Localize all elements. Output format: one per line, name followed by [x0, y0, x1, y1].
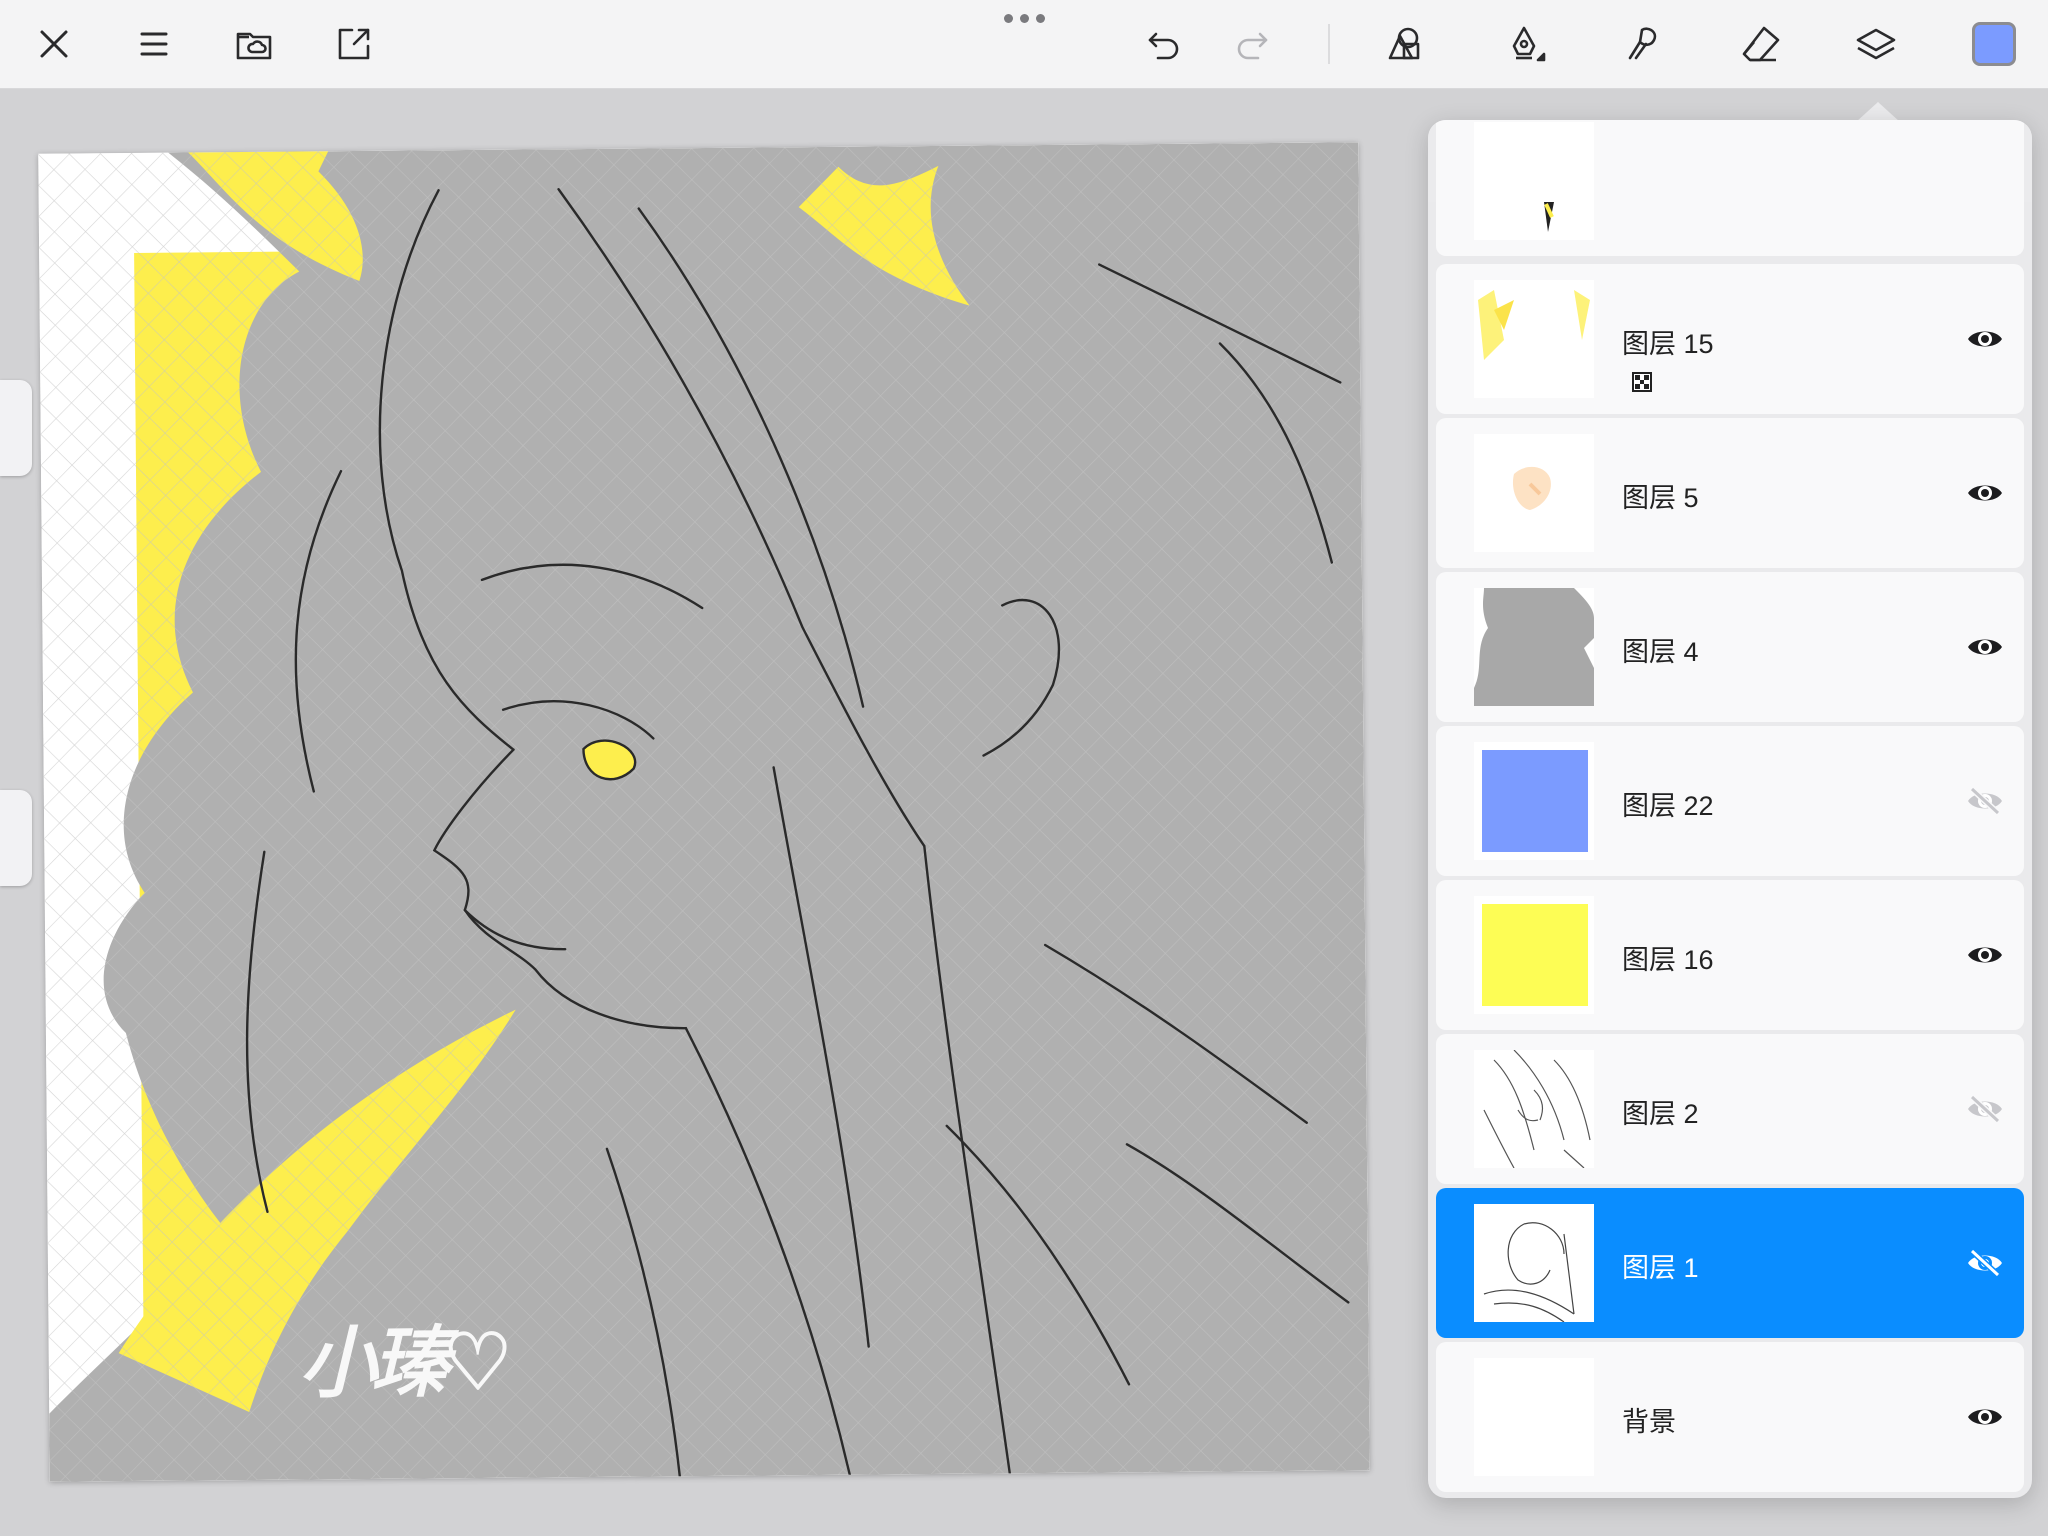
visibility-eye-icon[interactable] [1966, 939, 2004, 971]
layer-name: 图层 5 [1622, 483, 1699, 513]
layer-name: 图层 15 [1622, 329, 1714, 359]
undo-icon[interactable] [1136, 16, 1192, 72]
folder-cloud-icon[interactable] [226, 16, 282, 72]
layer-name: 图层 16 [1622, 945, 1714, 975]
toolbar-divider [1328, 24, 1330, 64]
visibility-eye-off-icon[interactable] [1966, 1247, 2004, 1279]
visibility-eye-off-icon[interactable] [1966, 1093, 2004, 1125]
layer-name: 图层 4 [1622, 637, 1699, 667]
layers-icon[interactable] [1848, 16, 1904, 72]
brush-opacity-slider[interactable] [0, 790, 32, 886]
drawing-canvas[interactable]: 小瑧♡ [38, 142, 1370, 1482]
layer-row[interactable]: 图层 4 [1436, 572, 2024, 722]
color-swatch-button[interactable] [1972, 22, 2016, 66]
shapes-icon[interactable] [1376, 16, 1432, 72]
layer-thumbnail [1474, 1204, 1594, 1322]
layer-thumbnail [1474, 280, 1594, 398]
panel-pointer [1856, 102, 1900, 122]
layer-row[interactable]: 图层 15 [1436, 264, 2024, 414]
layer-thumbnail [1474, 1050, 1594, 1168]
layer-row[interactable]: 背景 [1436, 1342, 2024, 1492]
export-icon[interactable] [326, 16, 382, 72]
layer-thumbnail [1474, 1358, 1594, 1476]
top-toolbar [0, 0, 2048, 89]
alpha-lock-icon [1632, 372, 1652, 392]
smudge-icon[interactable] [1614, 16, 1670, 72]
layer-name: 图层 1 [1622, 1253, 1699, 1283]
menu-icon[interactable] [126, 16, 182, 72]
layers-panel: 图层 15 图层 5 图层 4 图层 22 图层 16 图层 2 图层 1 背景 [1428, 120, 2032, 1498]
brush-size-slider[interactable] [0, 380, 32, 476]
layer-name: 背景 [1622, 1407, 1676, 1437]
visibility-eye-icon[interactable] [1966, 477, 2004, 509]
visibility-eye-icon[interactable] [1966, 323, 2004, 355]
close-icon[interactable] [26, 16, 82, 72]
visibility-eye-icon[interactable] [1966, 1401, 2004, 1433]
layer-thumbnail [1474, 742, 1594, 860]
layer-thumbnail [1474, 122, 1594, 240]
window-grabber[interactable] [1000, 12, 1048, 24]
layer-name: 图层 22 [1622, 791, 1714, 821]
pen-nib-icon[interactable] [1496, 16, 1552, 72]
layer-row[interactable]: 图层 2 [1436, 1034, 2024, 1184]
layer-thumbnail [1474, 588, 1594, 706]
layer-thumbnail [1474, 434, 1594, 552]
redo-icon[interactable] [1224, 16, 1280, 72]
layer-name: 图层 2 [1622, 1099, 1699, 1129]
layer-row[interactable]: 图层 16 [1436, 880, 2024, 1030]
visibility-eye-icon[interactable] [1966, 631, 2004, 663]
layer-thumbnail [1474, 896, 1594, 1014]
artist-signature: 小瑧♡ [297, 1317, 508, 1411]
layer-row[interactable]: 图层 5 [1436, 418, 2024, 568]
layer-row-selected[interactable]: 图层 1 [1436, 1188, 2024, 1338]
layer-row[interactable]: 图层 22 [1436, 726, 2024, 876]
visibility-eye-off-icon[interactable] [1966, 785, 2004, 817]
eraser-icon[interactable] [1732, 16, 1788, 72]
layer-row-partial[interactable] [1436, 120, 2024, 256]
artwork [38, 142, 1370, 1482]
